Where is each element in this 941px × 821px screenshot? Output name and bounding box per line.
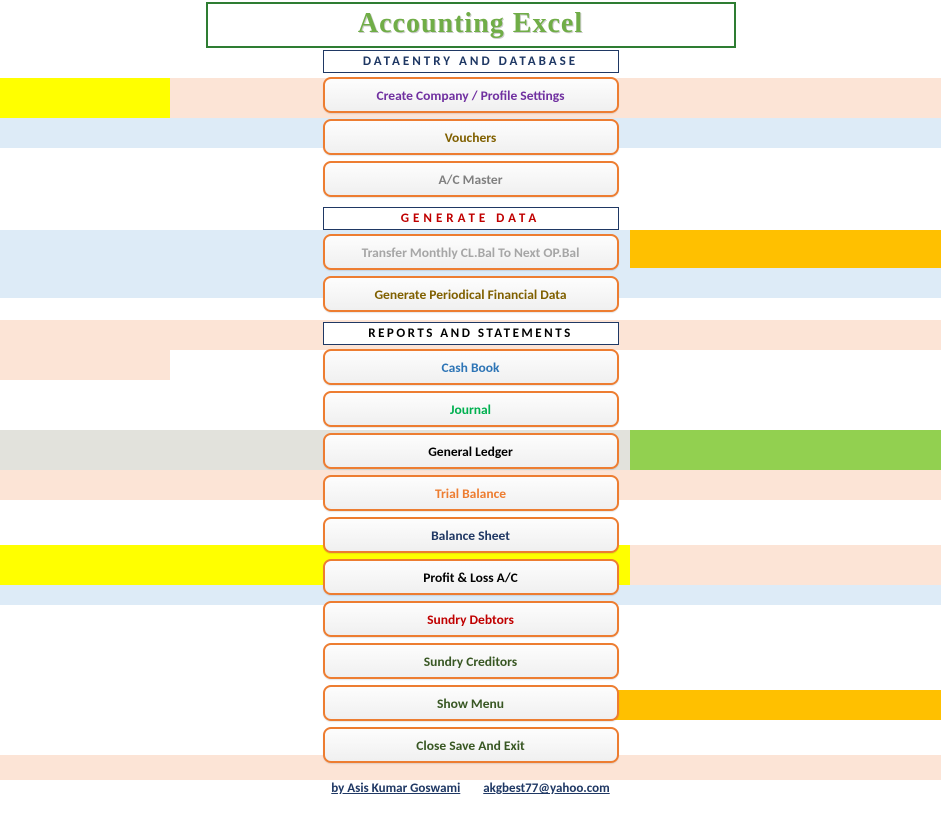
reports-button-0[interactable]: Cash Book bbox=[323, 349, 619, 385]
dataentry-button-2[interactable]: A/C Master bbox=[323, 161, 619, 197]
generate-button-0[interactable]: Transfer Monthly CL.Bal To Next OP.Bal bbox=[323, 234, 619, 270]
footer-author-link[interactable]: by Asis Kumar Goswami bbox=[331, 781, 460, 796]
section-header-dataentry: DATAENTRY AND DATABASE bbox=[323, 50, 619, 73]
reports-button-9[interactable]: Close Save And Exit bbox=[323, 727, 619, 763]
app-title: Accounting Excel bbox=[208, 8, 734, 40]
dataentry-button-1[interactable]: Vouchers bbox=[323, 119, 619, 155]
reports-button-7[interactable]: Sundry Creditors bbox=[323, 643, 619, 679]
generate-button-1[interactable]: Generate Periodical Financial Data bbox=[323, 276, 619, 312]
dataentry-button-0[interactable]: Create Company / Profile Settings bbox=[323, 77, 619, 113]
reports-button-2[interactable]: General Ledger bbox=[323, 433, 619, 469]
footer-email-link[interactable]: akgbest77@yahoo.com bbox=[483, 781, 610, 796]
reports-button-8[interactable]: Show Menu bbox=[323, 685, 619, 721]
reports-button-6[interactable]: Sundry Debtors bbox=[323, 601, 619, 637]
section-header-reports: REPORTS AND STATEMENTS bbox=[323, 322, 619, 345]
footer: by Asis Kumar Goswami akgbest77@yahoo.co… bbox=[0, 781, 941, 796]
reports-button-3[interactable]: Trial Balance bbox=[323, 475, 619, 511]
section-header-generate: GENERATE DATA bbox=[323, 207, 619, 230]
reports-button-4[interactable]: Balance Sheet bbox=[323, 517, 619, 553]
app-title-box: Accounting Excel bbox=[206, 2, 736, 48]
reports-button-1[interactable]: Journal bbox=[323, 391, 619, 427]
reports-button-5[interactable]: Profit & Loss A/C bbox=[323, 559, 619, 595]
main-menu: Accounting Excel DATAENTRY AND DATABASE … bbox=[0, 0, 941, 769]
